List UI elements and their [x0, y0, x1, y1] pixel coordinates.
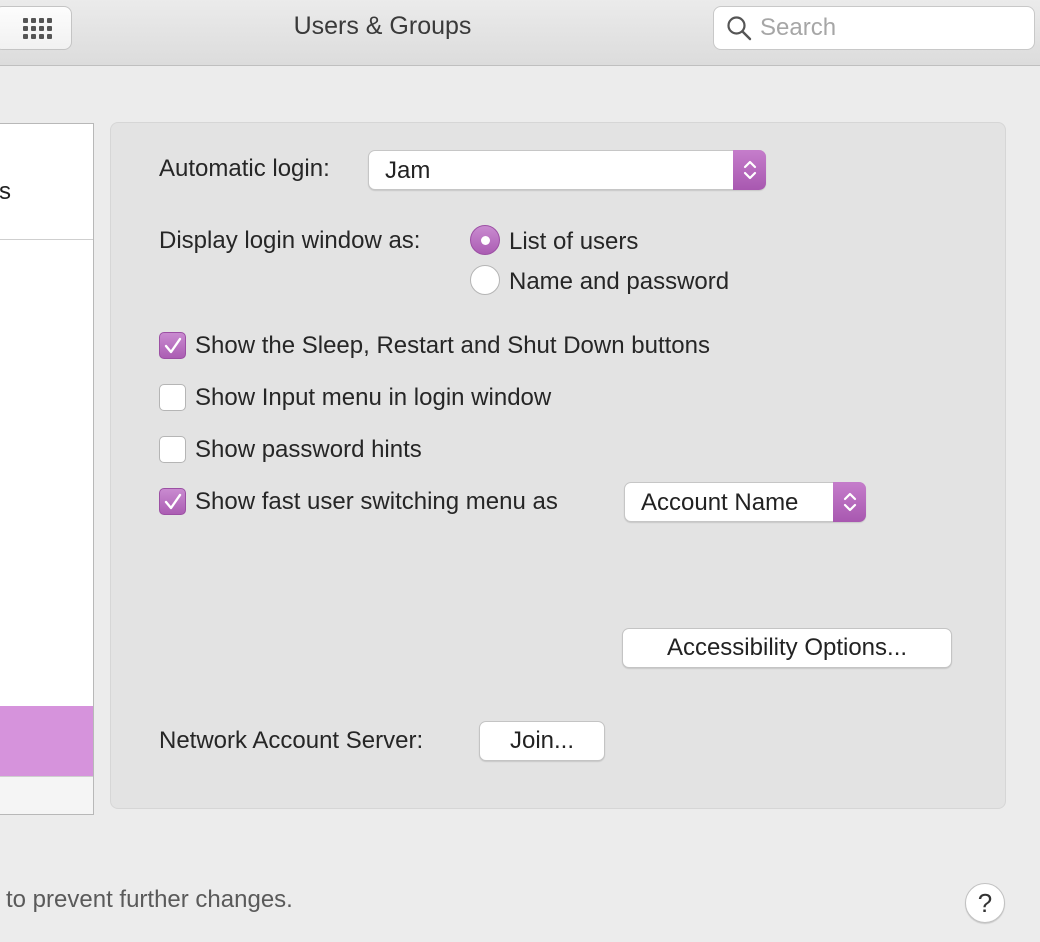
sidebar-item-login-options[interactable]: [0, 706, 93, 776]
checkbox-fast-user-switching-label: Show fast user switching menu as: [195, 488, 558, 515]
radio-name-and-password-label: Name and password: [509, 268, 730, 295]
checkmark-icon: [164, 493, 182, 510]
search-icon: [727, 16, 752, 41]
window-title: Users & Groups: [293, 12, 472, 40]
popup-arrows-icon: [833, 482, 866, 522]
grid-icon: [22, 17, 52, 39]
automatic-login-popup[interactable]: Jam: [368, 150, 766, 190]
fast-user-switching-popup[interactable]: Account Name: [624, 482, 866, 522]
network-account-label: Network Account Server:: [159, 727, 424, 754]
radio-list-of-users[interactable]: [470, 225, 500, 255]
show-all-button[interactable]: [0, 6, 72, 50]
automatic-login-label: Automatic login:: [159, 155, 330, 182]
checkbox-sleep-restart-shutdown[interactable]: [159, 332, 186, 359]
list-item-label: s: [0, 178, 11, 205]
radio-name-and-password[interactable]: [470, 265, 500, 295]
toolbar: Users & Groups: [0, 0, 1040, 66]
lock-message: to prevent further changes.: [6, 886, 293, 913]
popup-arrows-icon: [733, 150, 766, 190]
user-list[interactable]: s: [0, 123, 94, 815]
display-login-label: Display login window as:: [159, 227, 421, 254]
join-button[interactable]: Join...: [479, 721, 605, 761]
radio-list-of-users-label: List of users: [509, 228, 639, 255]
checkbox-password-hints[interactable]: [159, 436, 186, 463]
checkbox-input-menu[interactable]: [159, 384, 186, 411]
search-box[interactable]: [713, 6, 1035, 50]
checkbox-sleep-restart-shutdown-label: Show the Sleep, Restart and Shut Down bu…: [195, 332, 710, 359]
checkmark-icon: [164, 337, 182, 354]
login-options-panel: Automatic login: Jam Display login windo…: [110, 122, 1006, 809]
checkbox-password-hints-label: Show password hints: [195, 436, 422, 463]
list-toolbar: [0, 776, 93, 814]
accessibility-options-button[interactable]: Accessibility Options...: [622, 628, 952, 668]
help-button[interactable]: ?: [965, 883, 1005, 923]
fast-user-switching-value: Account Name: [641, 489, 799, 516]
checkbox-input-menu-label: Show Input menu in login window: [195, 384, 552, 411]
checkbox-fast-user-switching[interactable]: [159, 488, 186, 515]
automatic-login-value: Jam: [385, 157, 429, 184]
search-input[interactable]: [760, 14, 1020, 42]
list-item[interactable]: s: [0, 124, 93, 240]
